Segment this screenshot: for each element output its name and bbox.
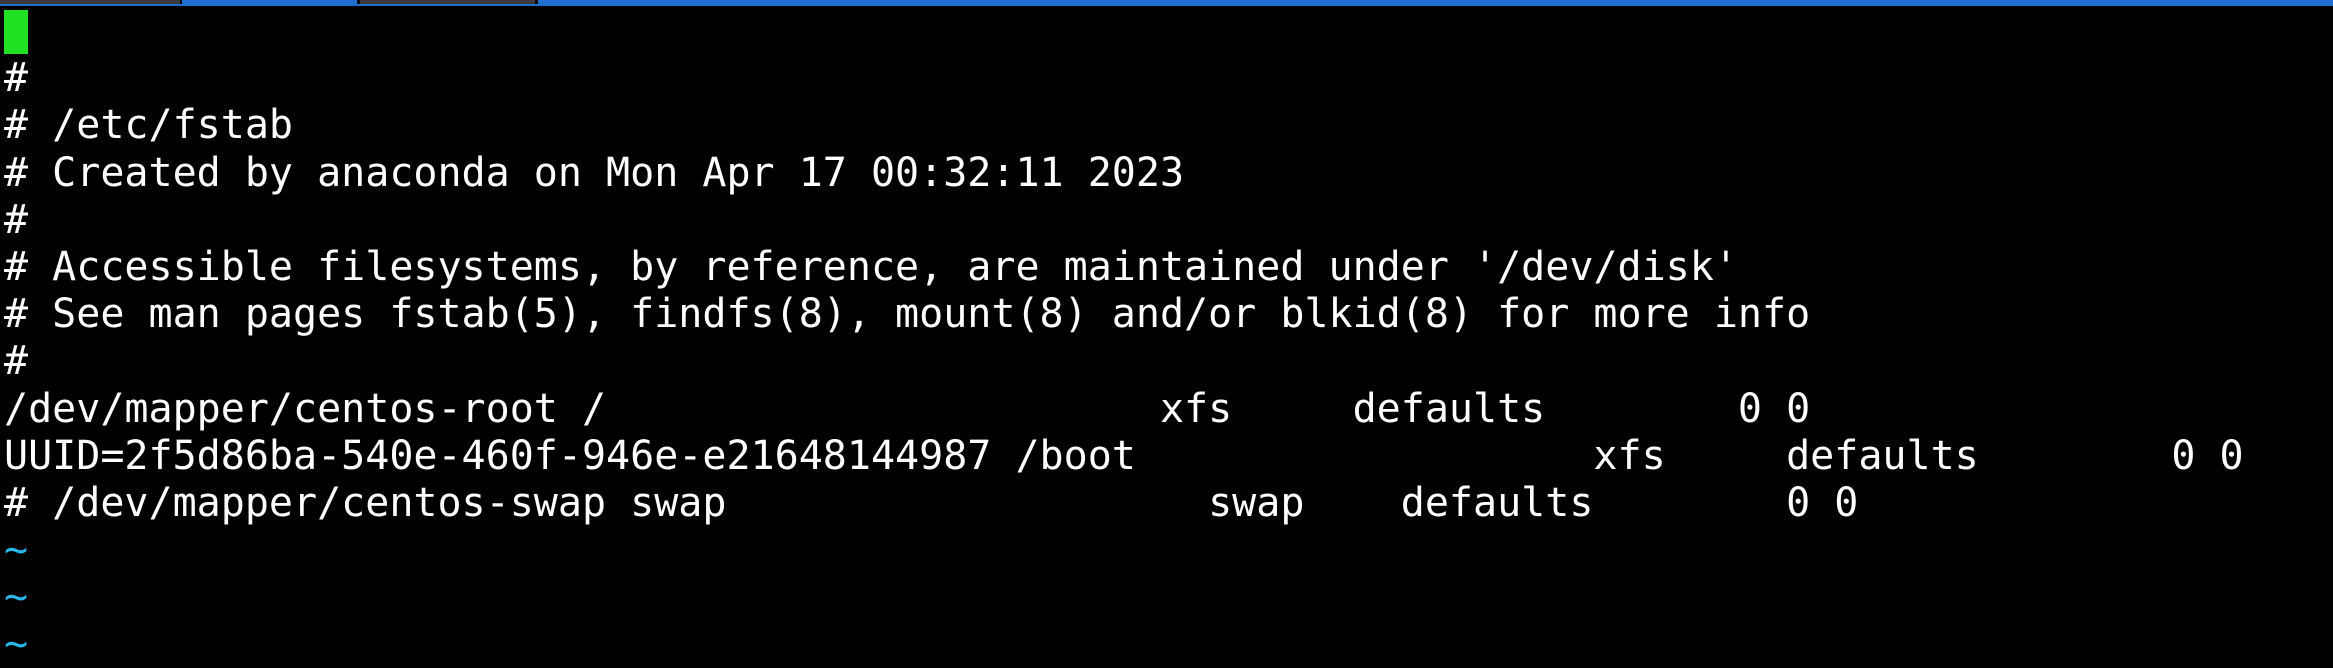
editor-line-7: # See man pages fstab(5), findfs(8), mou… [4,291,1811,338]
editor-line-6: # Accessible filesystems, by reference, … [4,243,1738,290]
editor-line-5: # [4,196,29,243]
empty-line-marker: ~ [4,574,29,621]
tab-strip [0,0,2333,6]
editor-line-3: # /etc/fstab [4,102,293,149]
vi-editor-buffer[interactable]: # # /etc/fstab # Created by anaconda on … [0,8,2333,668]
text-cursor [4,10,28,54]
editor-line-11: # /dev/mapper/centos-swap swap swap defa… [4,479,1859,526]
editor-line-4: # Created by anaconda on Mon Apr 17 00:3… [4,149,1185,196]
empty-line-marker: ~ [4,621,29,668]
editor-line-1 [0,8,2333,55]
editor-line-8: # [4,338,29,385]
editor-line-9: /dev/mapper/centos-root / xfs defaults 0… [4,385,1811,432]
tab-3[interactable] [360,0,535,4]
tab-4[interactable] [538,0,2333,4]
tab-1[interactable] [0,0,180,4]
tab-2-active[interactable] [182,0,357,4]
editor-line-2: # [4,55,29,102]
editor-line-10: UUID=2f5d86ba-540e-460f-946e-e2164814498… [4,432,2244,479]
empty-line-marker: ~ [4,527,29,574]
